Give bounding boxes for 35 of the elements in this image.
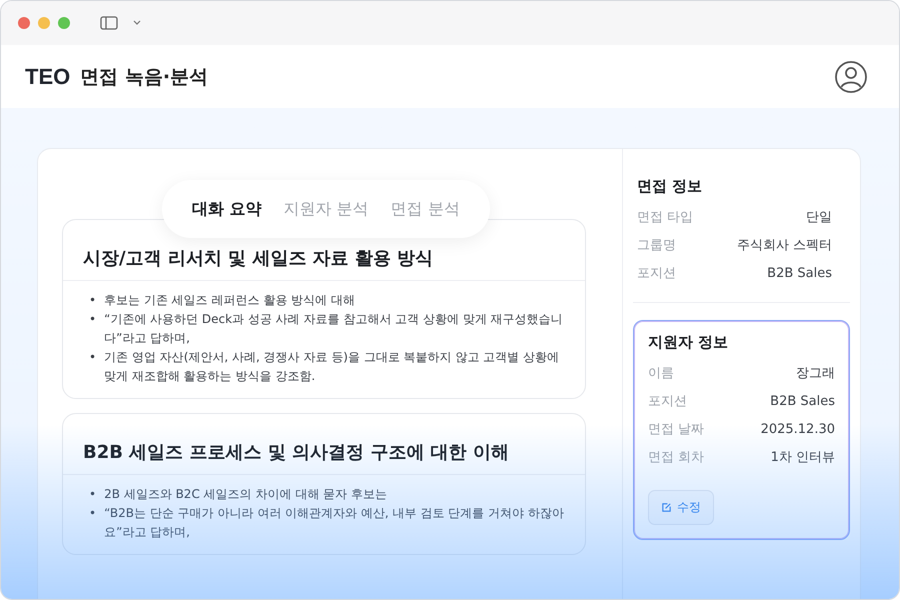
info-value: B2B Sales bbox=[767, 265, 832, 283]
page-title: 면접 녹음·분석 bbox=[80, 64, 208, 90]
edit-button[interactable]: 수정 bbox=[648, 490, 714, 525]
section-title: 지원자 정보 bbox=[648, 333, 730, 352]
bullet-marker: • bbox=[89, 505, 96, 522]
logo: TEO bbox=[25, 64, 70, 90]
bullet-text: 2B 세일즈와 B2C 세일즈의 차이에 대해 묻자 후보는 bbox=[104, 486, 387, 503]
info-label: 이름 bbox=[648, 365, 674, 383]
pencil-icon bbox=[661, 502, 672, 513]
info-value: B2B Sales bbox=[770, 393, 835, 411]
sidebar-icon[interactable] bbox=[100, 16, 118, 30]
user-avatar-icon[interactable] bbox=[834, 60, 868, 94]
bullet-text: 후보는 기존 세일즈 레퍼런스 활용 방식에 대해 bbox=[104, 292, 355, 309]
info-label: 포지션 bbox=[637, 265, 676, 283]
info-label: 그룹명 bbox=[637, 237, 676, 255]
info-value: 주식회사 스펙터 bbox=[736, 237, 832, 255]
section-title: 면접 정보 bbox=[637, 177, 704, 196]
info-value: 장그래 bbox=[796, 365, 835, 383]
info-value: 2025.12.30 bbox=[760, 421, 835, 439]
chevron-down-icon[interactable] bbox=[132, 19, 142, 27]
info-value: 단일 bbox=[806, 209, 832, 227]
bullet-marker: • bbox=[89, 349, 96, 366]
bullet-text: “기존에 사용하던 Deck과 성공 사례 자료를 참고해서 고객 상황에 맞게 재구성했습니다”라고 답하며, bbox=[104, 311, 564, 347]
info-value: 1차 인터뷰 bbox=[770, 449, 835, 467]
bullet-text: “B2B는 단순 구매가 아니라 여러 이해관계자와 예산, 내부 검토 단계를 거쳐야 하잖아요”라고 답하며, bbox=[104, 505, 565, 541]
info-label: 면접 회차 bbox=[648, 449, 704, 467]
bullet-text: 기존 영업 자산(제안서, 사례, 경쟁사 자료 등)을 그대로 복붙하지 않고 고객별 상황에 맞게 재조합해 활용하는 방식을 강조함. bbox=[104, 349, 560, 385]
info-label: 포지션 bbox=[648, 393, 687, 411]
section-title: B2B 세일즈 프로세스 및 의사결정 구조에 대한 이해 bbox=[63, 414, 585, 475]
close-window-icon[interactable] bbox=[18, 17, 30, 29]
info-label: 면접 날짜 bbox=[648, 421, 704, 439]
bullet-marker: • bbox=[89, 486, 96, 503]
bullet-marker: • bbox=[89, 311, 96, 328]
info-label: 면접 타입 bbox=[637, 209, 694, 227]
bullet-marker: • bbox=[89, 292, 96, 309]
